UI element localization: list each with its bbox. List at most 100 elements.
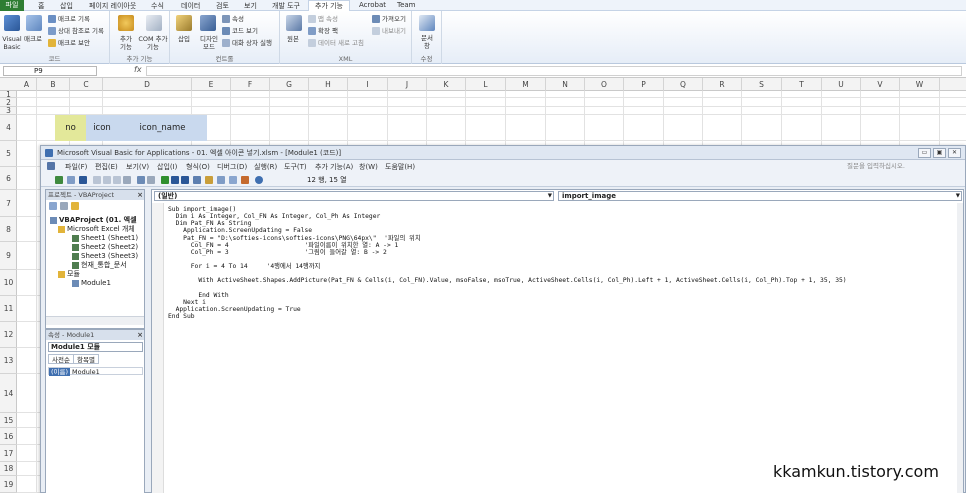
- column-header-e[interactable]: E: [192, 78, 231, 91]
- menu-format[interactable]: 형식(O): [186, 162, 210, 172]
- column-header-h[interactable]: H: [309, 78, 348, 91]
- row-header-5[interactable]: 5: [0, 141, 17, 167]
- tab-alphabetic[interactable]: 사전순: [48, 354, 74, 364]
- code-line[interactable]: Dim Pat_FN As String: [168, 220, 847, 227]
- tree-module1[interactable]: Module1: [72, 279, 111, 288]
- tab-acrobat[interactable]: Acrobat: [359, 1, 386, 9]
- row-header-13[interactable]: 13: [0, 348, 17, 374]
- help-icon[interactable]: [255, 176, 263, 184]
- row-header-11[interactable]: 11: [0, 296, 17, 322]
- row-header-14[interactable]: 14: [0, 374, 17, 413]
- run-dialog-button[interactable]: 대화 상자 실행: [222, 39, 272, 47]
- code-editor[interactable]: Sub import_image() Dim i As Integer, Col…: [168, 206, 847, 320]
- code-margin[interactable]: [152, 203, 164, 493]
- cell-b3[interactable]: no: [55, 115, 86, 141]
- column-header-b[interactable]: B: [37, 78, 70, 91]
- code-line[interactable]: Next i: [168, 299, 847, 306]
- row-header-12[interactable]: 12: [0, 322, 17, 348]
- menu-insert[interactable]: 삽입(I): [157, 162, 177, 172]
- column-header-n[interactable]: N: [546, 78, 585, 91]
- fx-label[interactable]: fx: [134, 65, 142, 74]
- tab-insert[interactable]: 삽입: [60, 1, 73, 11]
- row-header-4[interactable]: 4: [0, 115, 17, 141]
- insert-control-button[interactable]: 삽입: [178, 35, 190, 43]
- column-header-j[interactable]: J: [388, 78, 427, 91]
- close-icon[interactable]: ✕: [948, 148, 961, 158]
- macro-button[interactable]: 매크로: [24, 35, 42, 43]
- row-header-18[interactable]: 18: [0, 462, 17, 476]
- tree-modules-folder[interactable]: 모듈: [58, 270, 80, 279]
- relative-reference-button[interactable]: 상대 참조로 기록: [48, 27, 104, 35]
- column-header-s[interactable]: S: [742, 78, 782, 91]
- refresh-data-button[interactable]: 데이터 새로 고침: [308, 39, 364, 47]
- view-excel-icon[interactable]: [55, 176, 63, 184]
- column-header-p[interactable]: P: [624, 78, 664, 91]
- tab-page-layout[interactable]: 페이지 레이아웃: [89, 1, 136, 11]
- row-header-3[interactable]: 3: [0, 107, 17, 115]
- properties-window-icon[interactable]: [217, 176, 225, 184]
- excel-view-icon[interactable]: [47, 162, 55, 170]
- column-header-f[interactable]: F: [231, 78, 270, 91]
- reset-icon[interactable]: [181, 176, 189, 184]
- macro-security-button[interactable]: 매크로 보안: [48, 39, 90, 47]
- column-header-k[interactable]: K: [427, 78, 466, 91]
- save-icon[interactable]: [79, 176, 87, 184]
- menu-file[interactable]: 파일(F): [65, 162, 87, 172]
- minimize-icon[interactable]: ▭: [918, 148, 931, 158]
- tree-sheet3[interactable]: Sheet3 (Sheet3): [72, 252, 138, 261]
- tree-project-root[interactable]: VBAProject (01. 엑셀: [50, 216, 137, 225]
- tree-sheet1[interactable]: Sheet1 (Sheet1): [72, 234, 138, 243]
- code-vertical-scrollbar[interactable]: [957, 203, 963, 493]
- copy-icon[interactable]: [103, 176, 111, 184]
- tab-formulas[interactable]: 수식: [151, 1, 164, 11]
- code-line[interactable]: Col_FN = 4 '파일이름이 위치한 열: A -> 1: [168, 242, 847, 249]
- column-header-u[interactable]: U: [822, 78, 861, 91]
- menu-debug[interactable]: 디버그(D): [217, 162, 247, 172]
- code-line[interactable]: Dim i As Integer, Col_FN As Integer, Col…: [168, 213, 847, 220]
- insert-module-icon[interactable]: [67, 176, 75, 184]
- tab-developer[interactable]: 개발 도구: [272, 1, 300, 11]
- record-macro-button[interactable]: 매크로 기록: [48, 15, 90, 23]
- menu-help[interactable]: 도움말(H): [385, 162, 415, 172]
- code-line[interactable]: [168, 270, 847, 277]
- name-box[interactable]: P9: [3, 66, 97, 76]
- project-horizontal-scrollbar[interactable]: [46, 316, 144, 325]
- code-line[interactable]: For i = 4 To 14 '4행에서 14행까지: [168, 263, 847, 270]
- visual-basic-button[interactable]: Visual Basic: [1, 35, 23, 51]
- menu-window[interactable]: 창(W): [359, 162, 378, 172]
- menu-view[interactable]: 보기(V): [126, 162, 149, 172]
- addins-button[interactable]: 추가 기능: [118, 35, 134, 51]
- column-header-g[interactable]: G: [270, 78, 309, 91]
- column-header-q[interactable]: Q: [664, 78, 703, 91]
- menu-edit[interactable]: 편집(E): [95, 162, 118, 172]
- run-icon[interactable]: [161, 176, 169, 184]
- code-line[interactable]: With ActiveSheet.Shapes.AddPicture(Pat_F…: [168, 277, 846, 284]
- undo-icon[interactable]: [137, 176, 145, 184]
- row-header-16[interactable]: 16: [0, 428, 17, 445]
- column-header-w[interactable]: W: [900, 78, 940, 91]
- map-properties-button[interactable]: 맵 속성: [308, 15, 338, 23]
- column-header-v[interactable]: V: [861, 78, 900, 91]
- properties-object-select[interactable]: Module1 모듈: [48, 342, 143, 352]
- design-mode-toolbar-icon[interactable]: [193, 176, 201, 184]
- export-button[interactable]: 내보내기: [372, 27, 406, 35]
- code-line[interactable]: Application.ScreenUpdating = True: [168, 306, 847, 313]
- design-mode-button[interactable]: 디자인 모드: [198, 35, 220, 51]
- tab-data[interactable]: 데이터: [181, 1, 200, 11]
- restore-icon[interactable]: ▣: [933, 148, 946, 158]
- tab-review[interactable]: 검토: [216, 1, 229, 11]
- row-header-6[interactable]: 6: [0, 167, 17, 190]
- tab-addins[interactable]: 추가 기능: [308, 0, 350, 11]
- row-header-7[interactable]: 7: [0, 190, 17, 217]
- menu-tools[interactable]: 도구(T): [284, 162, 307, 172]
- toggle-folders-icon[interactable]: [71, 202, 79, 210]
- property-row-name[interactable]: (이름) Module1: [48, 367, 143, 376]
- cell-c3[interactable]: icon: [86, 115, 118, 141]
- view-code-button[interactable]: 코드 보기: [222, 27, 258, 35]
- expansion-packs-button[interactable]: 확장 팩: [308, 27, 338, 35]
- help-search-input[interactable]: 질문을 입력하십시오.: [847, 161, 937, 171]
- find-icon[interactable]: [123, 176, 131, 184]
- row-header-15[interactable]: 15: [0, 413, 17, 428]
- row-header-1[interactable]: 1: [0, 91, 17, 98]
- tab-view[interactable]: 보기: [244, 1, 257, 11]
